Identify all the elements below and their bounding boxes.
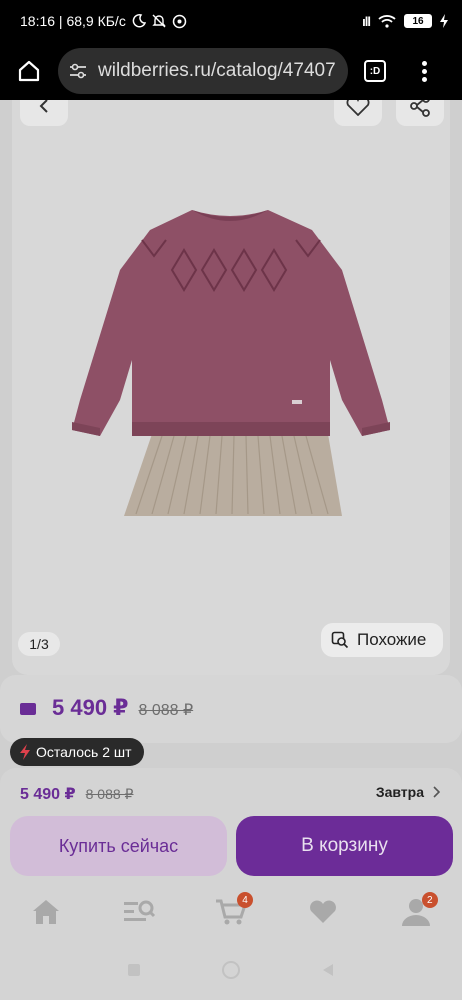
lightning-icon	[20, 744, 30, 760]
product-image[interactable]	[12, 160, 450, 640]
browser-toolbar: wildberries.ru/catalog/47407 :D	[0, 42, 462, 100]
delivery-selector[interactable]: Завтра	[376, 784, 440, 800]
browser-menu-button[interactable]	[422, 60, 427, 82]
battery-indicator: 16	[404, 14, 432, 28]
product-page: 1/3 Похожие 5 490 ₽ 8 088 ₽ Осталось 2 ш…	[0, 100, 462, 1000]
whatsapp-icon	[172, 14, 187, 28]
bottom-tab-bar: 4 2	[0, 884, 462, 940]
price-current: 5 490 ₽	[52, 695, 129, 720]
status-time-speed: 18:16 | 68,9 КБ/с	[20, 13, 126, 29]
home-circle-icon[interactable]	[221, 960, 241, 980]
home-outline-icon	[18, 60, 40, 82]
site-settings-icon[interactable]	[68, 62, 88, 80]
status-bar: 18:16 | 68,9 КБ/с ıll 16	[0, 0, 462, 42]
similar-search-icon	[331, 631, 349, 649]
profile-count-badge: 2	[421, 892, 438, 908]
moon-icon	[132, 14, 146, 28]
stock-label: Осталось 2 шт	[36, 744, 132, 760]
catalog-search-icon	[123, 900, 155, 921]
back-button[interactable]	[20, 100, 68, 126]
sheet-price-current: 5 490 ₽	[20, 786, 76, 803]
back-triangle-icon[interactable]	[321, 963, 335, 977]
tab-profile[interactable]: 2	[396, 892, 438, 932]
buy-now-button[interactable]: Купить сейчас	[10, 816, 227, 876]
share-icon	[410, 100, 430, 117]
system-nav-bar	[0, 940, 462, 1000]
address-bar[interactable]: wildberries.ru/catalog/47407	[58, 48, 348, 94]
url-text: wildberries.ru/catalog/47407	[98, 60, 336, 81]
charging-icon	[440, 14, 448, 28]
wallet-icon	[20, 703, 36, 715]
similar-button[interactable]: Похожие	[321, 623, 443, 657]
heart-icon	[310, 900, 337, 923]
purchase-sheet: 5 490 ₽ 8 088 ₽ Завтра Купить сейчас В к…	[0, 768, 462, 884]
tab-home[interactable]	[26, 892, 66, 932]
cart-count-badge: 4	[236, 892, 253, 908]
browser-home-button[interactable]	[0, 59, 58, 83]
tab-favorites[interactable]	[303, 892, 343, 932]
favorite-button[interactable]	[334, 100, 382, 126]
chevron-left-icon	[39, 100, 48, 113]
share-button[interactable]	[396, 100, 444, 126]
similar-label: Похожие	[357, 630, 427, 649]
cell-signal-icon: ıll	[362, 13, 371, 29]
image-counter: 1/3	[18, 632, 60, 656]
price-old: 8 088 ₽	[138, 702, 194, 719]
add-to-cart-button[interactable]: В корзину	[236, 816, 453, 876]
tab-catalog[interactable]	[119, 892, 159, 932]
chevron-right-icon	[433, 786, 440, 798]
tabs-button[interactable]: :D	[364, 60, 386, 82]
delivery-label: Завтра	[375, 784, 424, 800]
sheet-price-old: 8 088 ₽	[85, 786, 134, 802]
product-gallery[interactable]: 1/3 Похожие	[12, 100, 450, 675]
recents-icon[interactable]	[127, 963, 141, 977]
home-icon	[33, 900, 60, 924]
heart-outline-icon	[346, 100, 370, 116]
wifi-icon	[378, 15, 396, 28]
tab-cart[interactable]: 4	[211, 892, 253, 932]
bell-off-icon	[152, 14, 166, 28]
price-card: 5 490 ₽ 8 088 ₽	[0, 675, 462, 743]
stock-badge: Осталось 2 шт	[10, 738, 144, 766]
